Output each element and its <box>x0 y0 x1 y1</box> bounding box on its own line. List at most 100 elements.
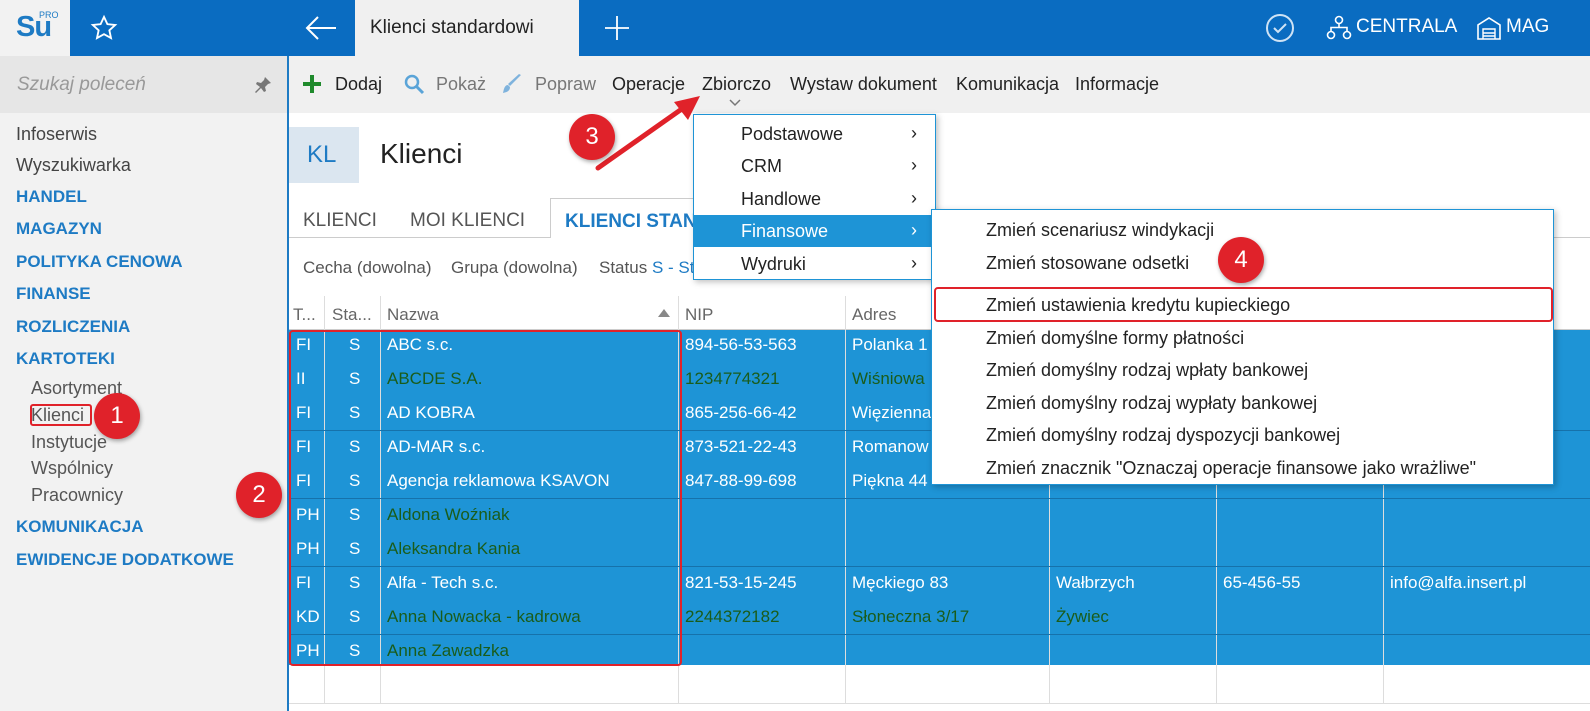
sidebar-section-handel[interactable]: HANDEL <box>16 187 87 207</box>
back-arrow-icon[interactable] <box>303 12 339 44</box>
cell-address: Słoneczna 3/17 <box>852 607 970 626</box>
sidebar-section-komunikacja[interactable]: KOMUNIKACJA <box>16 517 144 537</box>
cell-city: Wałbrzych <box>1056 573 1135 592</box>
cell-address: Polanka 1 <box>852 335 928 354</box>
filter-feature[interactable]: Cecha (dowolna) <box>303 258 432 278</box>
menu-item-label: Finansowe <box>741 221 829 241</box>
annotation-badge-3: 3 <box>569 114 615 160</box>
cell-nip: 821-53-15-245 <box>685 573 797 592</box>
chevron-right-icon: › <box>911 123 917 143</box>
sidebar-section-ewidencje[interactable]: EWIDENCJE DODATKOWE <box>16 550 234 570</box>
tab-klienci-standardowi[interactable]: Klienci standardowi <box>355 0 579 56</box>
cell-address: Piękna 44 <box>852 471 928 490</box>
filter-status-value: S - St <box>651 258 695 277</box>
issue-document-menu[interactable]: Wystaw dokument <box>790 74 937 95</box>
tab-title: Klienci standardowi <box>370 17 534 38</box>
bulk-menu[interactable]: Zbiorczo <box>702 74 771 95</box>
submenu-item-znacznik[interactable]: Zmień znacznik "Oznaczaj operacje finans… <box>986 458 1476 479</box>
sidebar-section-polityka-cenowa[interactable]: POLITYKA CENOWA <box>16 252 183 272</box>
sidebar-item-wspolnicy[interactable]: Wspólnicy <box>31 458 113 479</box>
sidebar-section-rozliczenia[interactable]: ROZLICZENIA <box>16 317 130 337</box>
menu-item-crm[interactable]: CRM › <box>694 150 935 182</box>
chevron-down-icon <box>729 99 741 107</box>
menu-item-finansowe[interactable]: Finansowe › <box>694 215 935 247</box>
chevron-right-icon: › <box>911 188 917 208</box>
annotation-badge-1: 1 <box>94 393 140 439</box>
sidebar-section-magazyn[interactable]: MAGAZYN <box>16 219 102 239</box>
bulk-dropdown-menu: Podstawowe › CRM › Handlowe › Finansowe › Wy… <box>693 114 936 280</box>
filter-group[interactable]: Grupa (dowolna) <box>451 258 578 278</box>
menu-item-label: Handlowe <box>741 189 822 209</box>
cell-address: Więzienna <box>852 403 932 422</box>
new-tab-plus-icon[interactable] <box>603 14 631 42</box>
col-status[interactable]: Sta... <box>332 305 372 325</box>
cell-nip: 847-88-99-698 <box>685 471 797 490</box>
submenu-item-scenariusz[interactable]: Zmień scenariusz windykacji <box>986 220 1214 241</box>
col-nip[interactable]: NIP <box>685 305 713 325</box>
app-logo[interactable]: Su PRO <box>0 0 70 56</box>
kredyt-highlight <box>934 287 1553 322</box>
brush-icon[interactable] <box>501 73 523 95</box>
tab-klienci-standardowi-view[interactable]: KLIENCI STAN <box>550 198 700 238</box>
sidebar-item-instytucje[interactable]: Instytucje <box>31 432 107 453</box>
logo-sup: PRO <box>39 10 59 20</box>
communication-menu[interactable]: Komunikacja <box>956 74 1059 95</box>
search-icon[interactable] <box>403 73 425 95</box>
chevron-right-icon: › <box>911 155 917 175</box>
star-icon[interactable] <box>90 14 118 42</box>
menu-item-label: CRM <box>741 156 782 176</box>
annotation-badge-2: 2 <box>236 472 282 518</box>
sidebar-item-infoserwis[interactable]: Infoserwis <box>16 124 97 145</box>
tab-moi-klienci[interactable]: MOI KLIENCI <box>410 210 525 232</box>
cell-address: Romanow <box>852 437 929 456</box>
centrala-label[interactable]: CENTRALA <box>1356 16 1457 38</box>
col-address[interactable]: Adres <box>852 305 896 325</box>
sort-asc-icon <box>658 309 670 317</box>
check-circle-icon[interactable] <box>1264 12 1296 44</box>
submenu-item-wplaty[interactable]: Zmień domyślny rodzaj wpłaty bankowej <box>986 360 1308 381</box>
sidebar-item-pracownicy[interactable]: Pracownicy <box>31 485 123 506</box>
menu-item-podstawowe[interactable]: Podstawowe › <box>694 118 935 150</box>
pin-icon[interactable] <box>254 76 272 94</box>
edit-button[interactable]: Popraw <box>535 74 596 95</box>
klienci-highlight <box>30 404 92 426</box>
submenu-item-wyplaty[interactable]: Zmień domyślny rodzaj wypłaty bankowej <box>986 393 1317 414</box>
cell-city: Żywiec <box>1056 607 1109 626</box>
empty-row <box>289 666 1590 704</box>
sidebar-section-kartoteki[interactable]: KARTOTEKI <box>16 349 115 369</box>
chevron-right-icon: › <box>911 220 917 240</box>
tab-klienci-stan-label: KLIENCI STAN <box>565 211 697 232</box>
tab-klienci[interactable]: KLIENCI <box>303 210 377 232</box>
filter-status-label: Status <box>599 258 648 277</box>
submenu-item-odsetki[interactable]: Zmień stosowane odsetki <box>986 253 1189 274</box>
show-button[interactable]: Pokaż <box>436 74 486 95</box>
submenu-item-formy-platnosci[interactable]: Zmień domyślne formy płatności <box>986 328 1244 349</box>
module-code: KL <box>307 141 337 168</box>
cell-nip: 873-521-22-43 <box>685 437 797 456</box>
information-menu[interactable]: Informacje <box>1075 74 1159 95</box>
company-structure-icon[interactable] <box>1326 15 1352 41</box>
chevron-right-icon: › <box>911 253 917 273</box>
cell-address: Wiśniowa <box>852 369 925 388</box>
sidebar-item-wyszukiwarka[interactable]: Wyszukiwarka <box>16 155 131 176</box>
cell-nip: 865-256-66-42 <box>685 403 797 422</box>
plus-icon[interactable] <box>301 73 323 95</box>
command-search-placeholder: Szukaj poleceń <box>17 74 146 95</box>
col-name[interactable]: Nazwa <box>387 305 439 325</box>
module-code-box: KL <box>289 127 359 183</box>
menu-item-label: Wydruki <box>741 254 806 274</box>
menu-item-handlowe[interactable]: Handlowe › <box>694 183 935 215</box>
add-button[interactable]: Dodaj <box>335 74 382 95</box>
annotation-badge-4: 4 <box>1218 237 1264 283</box>
col-type[interactable]: T... <box>293 305 316 325</box>
filter-status[interactable]: Status S - St <box>599 258 694 278</box>
command-search[interactable]: Szukaj poleceń <box>0 56 287 113</box>
selection-highlight <box>289 330 682 666</box>
menu-item-wydruki[interactable]: Wydruki › <box>694 248 935 280</box>
warehouse-icon[interactable] <box>1476 15 1502 41</box>
cell-nip: 894-56-53-563 <box>685 335 797 354</box>
sidebar-section-finanse[interactable]: FINANSE <box>16 284 91 304</box>
mag-label[interactable]: MAG <box>1506 16 1549 38</box>
submenu-item-dyspozycji[interactable]: Zmień domyślny rodzaj dyspozycji bankowe… <box>986 425 1340 446</box>
cell-address: Męckiego 83 <box>852 573 949 592</box>
